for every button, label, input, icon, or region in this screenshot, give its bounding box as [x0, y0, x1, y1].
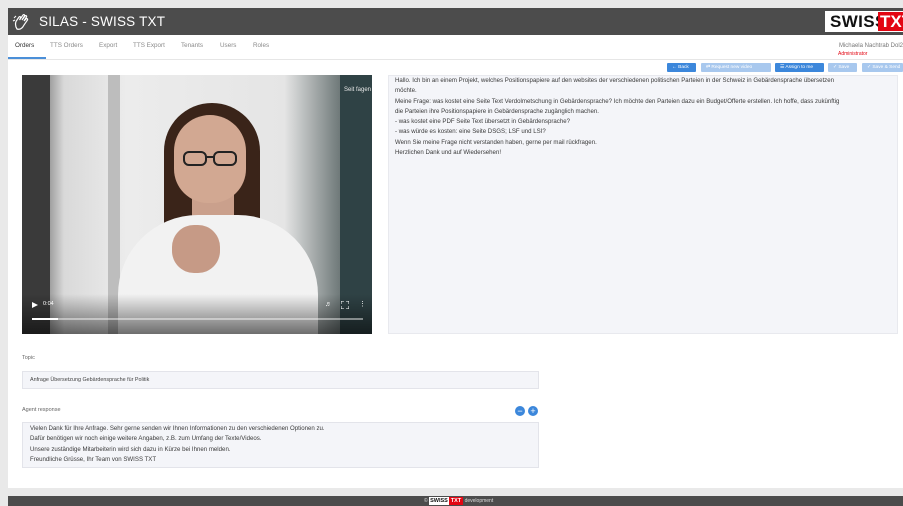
- back-button[interactable]: ← Back: [667, 63, 696, 72]
- play-icon[interactable]: [32, 302, 38, 308]
- customer-message: Hallo. Ich bin an einem Projekt, welches…: [388, 75, 898, 334]
- tab-orders[interactable]: Orders: [15, 42, 34, 49]
- save-and-send-button[interactable]: ✓ Save & Send: [862, 63, 903, 72]
- video-time: 0:04: [43, 301, 54, 307]
- footer: © SWISS TXT development: [8, 496, 903, 506]
- response-line: Vielen Dank für Ihre Anfrage. Sehr gerne…: [30, 425, 325, 432]
- main-card: Orders TTS Orders Export TTS Export Tena…: [8, 35, 903, 488]
- response-line: Freundliche Grüsse, Ihr Team von SWISS T…: [30, 455, 157, 463]
- app-header: SILAS - SWISS TXT SWISS TXT: [8, 8, 903, 35]
- message-line: die Parteien ihre Positionspapiere in Ge…: [395, 107, 599, 115]
- video-player[interactable]: Seit fagen 0:04 ♬ ⋮: [22, 75, 372, 334]
- nav-tabs: Orders TTS Orders Export TTS Export Tena…: [8, 35, 903, 60]
- minus-circle-icon[interactable]: −: [515, 406, 525, 416]
- video-progress-track[interactable]: [32, 318, 363, 320]
- topic-label: Topic: [22, 355, 35, 361]
- message-line: Hallo. Ich bin an einem Projekt, welches…: [395, 77, 835, 84]
- hand-sign-icon: [12, 13, 29, 30]
- more-vertical-icon[interactable]: ⋮: [359, 301, 366, 309]
- signer-hand: [172, 225, 220, 273]
- active-tab-indicator: [8, 57, 46, 59]
- footer-logo-txt: TXT: [448, 497, 464, 505]
- video-controls: [22, 294, 372, 334]
- response-line: Unsere zuständige Mitarbeiterin wird sic…: [30, 445, 231, 453]
- volume-icon[interactable]: ♬: [325, 301, 332, 309]
- environment-label: development: [464, 498, 494, 504]
- app-title: SILAS - SWISS TXT: [39, 14, 166, 29]
- message-line: - was kostet eine PDF Seite Text überset…: [395, 118, 571, 126]
- plus-circle-icon[interactable]: +: [528, 406, 538, 416]
- user-name[interactable]: Michaela Nachtrab Dol2: [839, 43, 903, 49]
- assign-to-me-button[interactable]: ☰ Assign to me: [775, 63, 824, 72]
- fullscreen-icon[interactable]: [341, 301, 349, 309]
- response-line: Dafür benötigen wir noch einige weitere …: [30, 435, 262, 443]
- swiss-txt-logo: SWISS TXT: [825, 11, 903, 32]
- message-line: Wenn Sie meine Frage nicht verstanden ha…: [395, 138, 597, 146]
- tab-tenants[interactable]: Tenants: [181, 42, 203, 49]
- tab-tts-export[interactable]: TTS Export: [133, 42, 165, 49]
- message-line: Herzlichen Dank und auf Wiedersehen!: [395, 149, 502, 157]
- topic-input[interactable]: Anfrage Übersetzung Gebärdensprache für …: [22, 371, 539, 389]
- message-line: - was würde es kosten: eine Seite DSGS; …: [395, 128, 546, 136]
- footer-logo-swiss: SWISS: [429, 497, 449, 505]
- tab-export[interactable]: Export: [99, 42, 117, 49]
- tab-users[interactable]: Users: [220, 42, 236, 49]
- user-role: Administrator: [838, 51, 868, 57]
- tab-roles[interactable]: Roles: [253, 42, 269, 49]
- agent-response-label: Agent response: [22, 407, 61, 413]
- tab-tts-orders[interactable]: TTS Orders: [50, 42, 83, 49]
- glasses: [183, 151, 237, 166]
- request-new-video-button[interactable]: ⇄ Request new video: [701, 63, 771, 72]
- video-progress-fill: [32, 318, 59, 320]
- message-line: Meine Frage: was kostet eine Seite Text …: [395, 97, 840, 105]
- save-button[interactable]: ✓ Save: [828, 63, 857, 72]
- logo-txt: TXT: [878, 12, 903, 31]
- message-line: möchte.: [395, 87, 417, 95]
- background-sign-text: Seit fagen: [344, 87, 372, 93]
- agent-response-textarea[interactable]: Vielen Dank für Ihre Anfrage. Sehr gerne…: [22, 422, 539, 468]
- copyright: ©: [424, 498, 428, 504]
- footer-content: © SWISS TXT development: [424, 497, 493, 505]
